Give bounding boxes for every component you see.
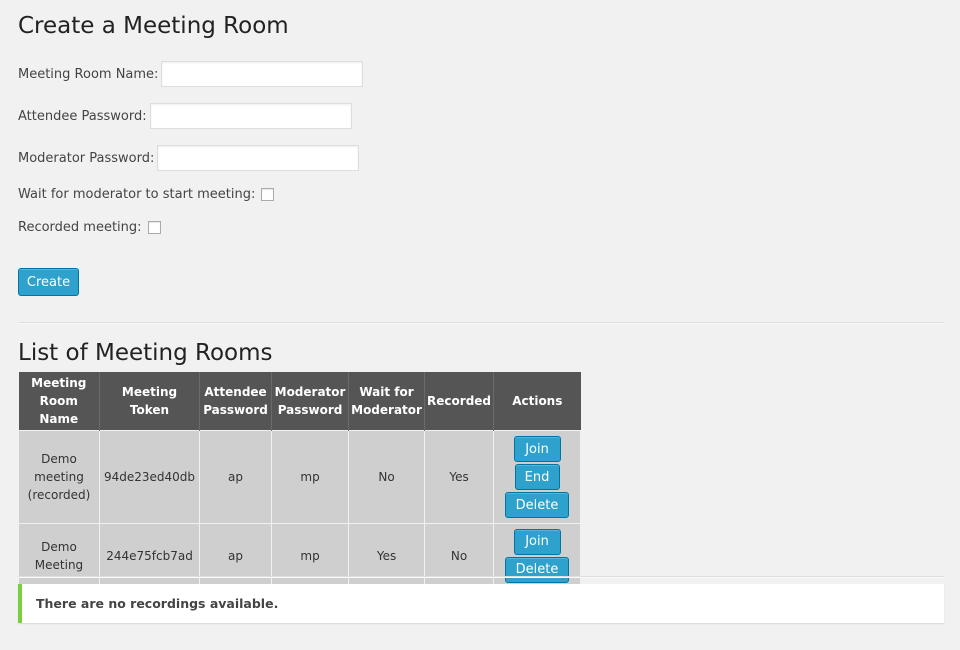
column-header-token: Meeting Token [99, 372, 201, 431]
recorded-meeting-row: Recorded meeting: [18, 220, 161, 235]
meeting-rooms-table: Meeting Room Name Meeting Token Attendee… [18, 372, 582, 588]
room-name-label: Meeting Room Name: [18, 66, 159, 82]
delete-button[interactable]: Delete [505, 556, 570, 583]
section-divider [18, 322, 944, 324]
join-button[interactable]: Join [513, 436, 561, 462]
cell-wait-for-moderator: No [348, 430, 426, 524]
notice-divider [18, 576, 944, 578]
attendee-password-label: Attendee Password: [18, 108, 147, 124]
cell-room-name: Demo meeting (recorded) [18, 430, 100, 524]
column-header-moderator-password: Moderator Password [271, 372, 350, 431]
column-header-room-name: Meeting Room Name [18, 372, 100, 431]
cell-token: 94de23ed40db [98, 430, 201, 524]
join-button[interactable]: Join [513, 528, 561, 555]
cell-actions: Join End Delete [493, 430, 582, 524]
column-header-recorded: Recorded [424, 372, 495, 431]
attendee-password-input[interactable] [149, 103, 352, 129]
room-name-row: Meeting Room Name: [18, 61, 364, 87]
moderator-password-row: Moderator Password: [18, 145, 360, 171]
moderator-password-label: Moderator Password: [18, 150, 155, 166]
column-header-wait-for-moderator: Wait for Moderator [348, 372, 426, 431]
create-section-title: Create a Meeting Room [18, 13, 289, 39]
recordings-notice: There are no recordings available. [18, 584, 944, 623]
recorded-meeting-label: Recorded meeting: [18, 220, 142, 235]
cell-attendee-password: ap [199, 430, 273, 524]
moderator-password-input[interactable] [157, 145, 360, 171]
room-name-input[interactable] [161, 61, 364, 87]
notice-text: There are no recordings available. [36, 596, 279, 611]
wait-for-moderator-checkbox[interactable] [261, 188, 275, 201]
end-button[interactable]: End [514, 464, 560, 490]
table-header-row: Meeting Room Name Meeting Token Attendee… [18, 372, 581, 431]
recorded-meeting-checkbox[interactable] [147, 221, 161, 234]
column-header-attendee-password: Attendee Password [199, 372, 273, 431]
table-row: Demo meeting (recorded) 94de23ed40db ap … [18, 430, 582, 524]
wait-for-moderator-label: Wait for moderator to start meeting: [18, 187, 256, 202]
wait-for-moderator-row: Wait for moderator to start meeting: [18, 187, 275, 202]
list-section-title: List of Meeting Rooms [18, 340, 273, 366]
cell-recorded: Yes [424, 430, 495, 524]
cell-moderator-password: mp [271, 430, 350, 524]
delete-button[interactable]: Delete [505, 492, 570, 518]
attendee-password-row: Attendee Password: [18, 103, 352, 129]
create-button[interactable]: Create [18, 268, 79, 296]
column-header-actions: Actions [493, 372, 581, 431]
